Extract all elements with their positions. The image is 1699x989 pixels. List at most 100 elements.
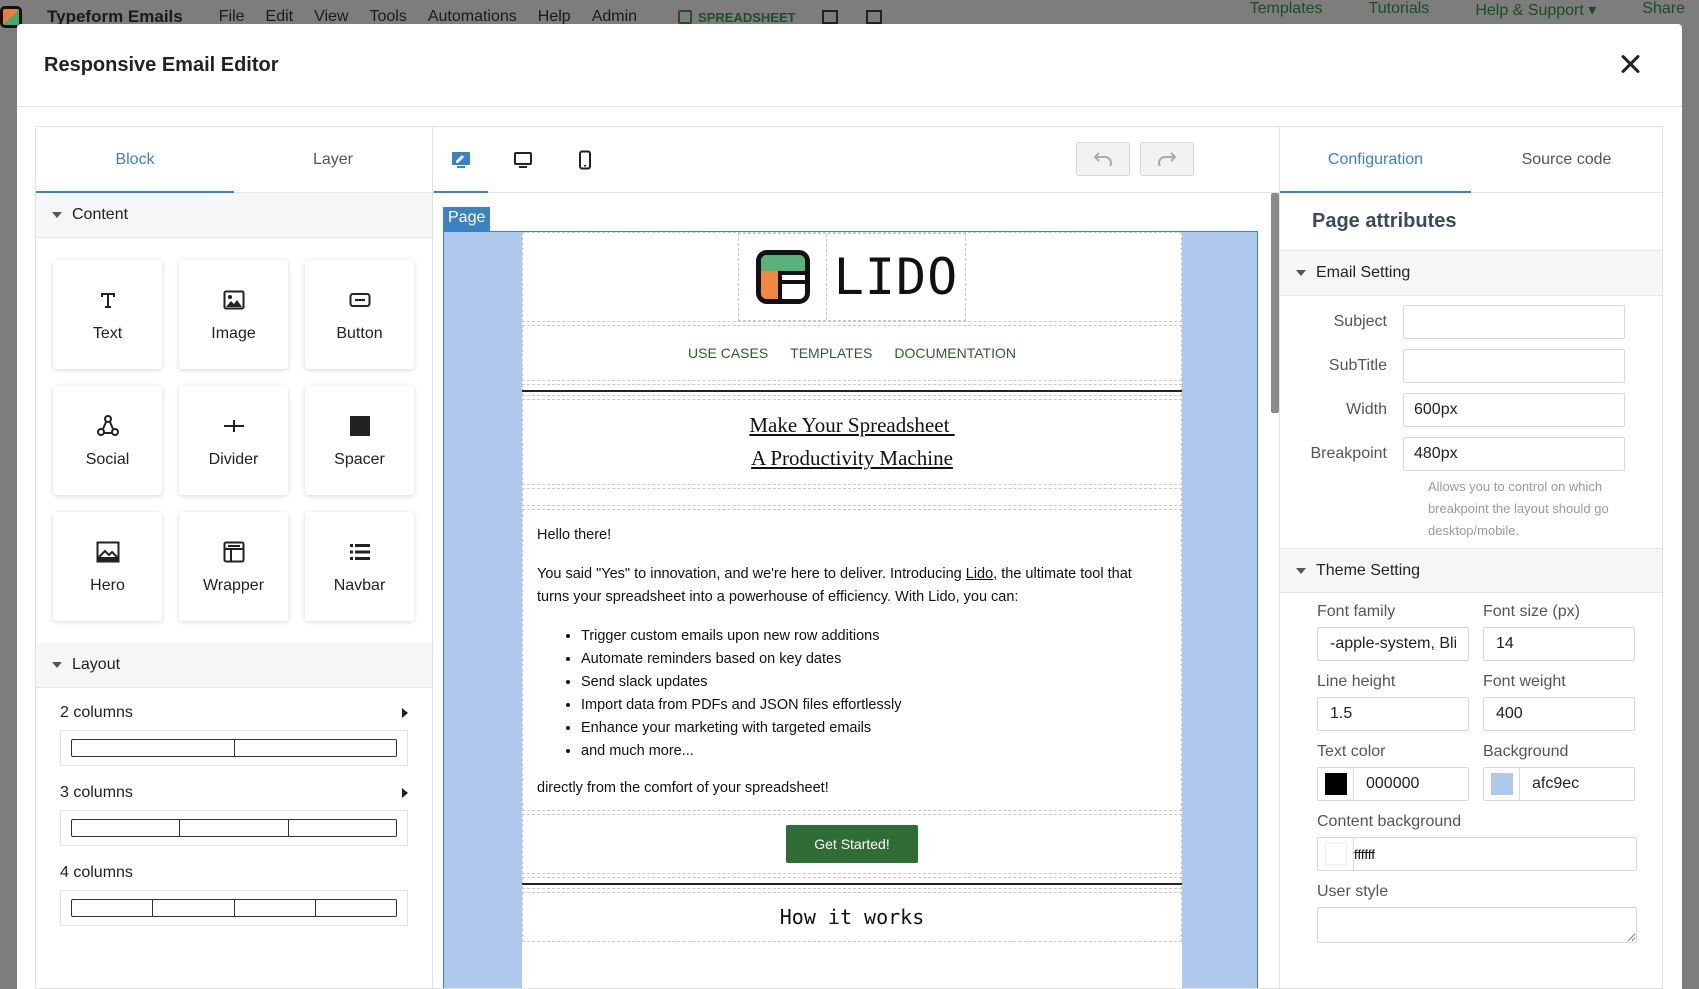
layout-preview[interactable] (60, 810, 408, 846)
block-hero[interactable]: Hero (53, 512, 162, 621)
theme-setting-header[interactable]: Theme Setting (1280, 548, 1662, 593)
list-item: Enhance your marketing with targeted ema… (581, 717, 1167, 740)
block-text[interactable]: Text (53, 260, 162, 369)
layout-2-columns[interactable]: 2 columns (60, 704, 408, 766)
nav-link-use-cases[interactable]: USE CASES (688, 345, 768, 361)
font-weight-input[interactable] (1483, 697, 1635, 731)
breakpoint-input[interactable] (1403, 437, 1625, 471)
layout-label: 3 columns (60, 784, 133, 801)
social-icon (95, 413, 121, 439)
body-text-section[interactable]: Hello there! You said "Yes" to innovatio… (522, 509, 1182, 811)
spacer-section[interactable] (522, 488, 1182, 506)
block-wrapper[interactable]: Wrapper (179, 512, 288, 621)
undo-button[interactable] (1076, 142, 1130, 176)
expand-caret-icon[interactable] (402, 708, 408, 718)
layout-preview[interactable] (60, 890, 408, 926)
lido-link[interactable]: Lido (966, 566, 993, 582)
text-color-field: Text color (1317, 743, 1470, 801)
user-style-label: User style (1317, 883, 1389, 900)
left-tabs: Block Layer (36, 127, 432, 193)
line-height-field: Line height (1317, 673, 1470, 731)
dashboard-view-icon[interactable] (865, 10, 882, 24)
mobile-preview-icon[interactable] (570, 145, 600, 175)
subtitle-input[interactable] (1403, 349, 1625, 383)
background-color-swatch[interactable] (1484, 768, 1520, 800)
hero-icon (95, 539, 121, 565)
font-size-input[interactable] (1483, 627, 1635, 661)
content-background-swatch[interactable] (1318, 838, 1354, 870)
block-label: Social (85, 450, 130, 468)
theme-fields: Font family Font size (px) Line height F… (1280, 603, 1662, 813)
block-social[interactable]: Social (53, 386, 162, 495)
redo-button[interactable] (1140, 142, 1194, 176)
canvas-scrollbar[interactable] (1271, 193, 1279, 413)
layout-section-label: Layout (72, 656, 121, 673)
block-image[interactable]: Image (179, 260, 288, 369)
divider-section[interactable] (522, 384, 1182, 396)
tab-layer[interactable]: Layer (234, 127, 432, 192)
expand-caret-icon[interactable] (402, 788, 408, 798)
email-setting-header[interactable]: Email Setting (1280, 251, 1662, 296)
tab-configuration[interactable]: Configuration (1280, 127, 1471, 193)
background-color-picker (1483, 767, 1635, 801)
divider-section[interactable] (522, 877, 1182, 889)
collapse-caret-icon (1296, 567, 1306, 574)
background-color-input[interactable] (1520, 768, 1630, 800)
canvas-toolbar (433, 127, 1279, 193)
logo-section[interactable]: LIDO (522, 232, 1182, 322)
tab-source-code[interactable]: Source code (1471, 127, 1662, 192)
right-tabs: Configuration Source code (1280, 127, 1662, 193)
content-background-input[interactable] (1354, 838, 1634, 870)
close-icon[interactable] (1618, 52, 1642, 76)
block-divider[interactable]: Divider (179, 386, 288, 495)
list-item: and much more... (581, 740, 1167, 763)
block-label: Hero (90, 576, 125, 594)
heading-section[interactable]: Make Your Spreadsheet A Productivity Mac… (522, 399, 1182, 485)
navbar-section[interactable]: USE CASES TEMPLATES DOCUMENTATION (522, 325, 1182, 381)
block-label: Wrapper (202, 576, 265, 594)
nav-link-templates[interactable]: TEMPLATES (790, 345, 872, 361)
layout-section-header[interactable]: Layout (36, 643, 432, 688)
font-family-input[interactable] (1317, 627, 1469, 661)
attributes-panel: Configuration Source code Page attribute… (1280, 127, 1662, 988)
list-item: Trigger custom emails upon new row addit… (581, 625, 1167, 648)
email-setting-label: Email Setting (1316, 264, 1411, 281)
spreadsheet-icon (678, 9, 693, 24)
block-label: Button (336, 324, 383, 342)
block-navbar[interactable]: Navbar (305, 512, 414, 621)
block-button[interactable]: Button (305, 260, 414, 369)
logo-group[interactable]: LIDO (738, 233, 966, 321)
text-color-input[interactable] (1354, 768, 1464, 800)
lido-logo-image[interactable] (739, 234, 827, 320)
layout-label: 2 columns (60, 704, 133, 721)
line-height-input[interactable] (1317, 697, 1469, 731)
text-icon (95, 287, 121, 313)
cta-section[interactable]: Get Started! (522, 814, 1182, 874)
spreadsheet-view-button[interactable]: SPREADSHEET (678, 9, 796, 25)
layout-3-columns[interactable]: 3 columns (60, 784, 408, 846)
get-started-button[interactable]: Get Started! (786, 825, 918, 863)
font-family-label: Font family (1317, 603, 1396, 620)
logo-text[interactable]: LIDO (827, 234, 965, 320)
form-view-icon[interactable] (821, 10, 838, 24)
edit-mode-icon[interactable] (434, 145, 488, 193)
user-style-textarea[interactable] (1317, 907, 1637, 943)
block-label: Navbar (333, 576, 386, 594)
width-input[interactable] (1403, 393, 1625, 427)
background-field: Background (1483, 743, 1636, 801)
desktop-preview-icon[interactable] (508, 145, 538, 175)
email-canvas: Page LIDO USE CASES TEMPLATES DOCUMENTAT… (443, 207, 1258, 988)
tab-block[interactable]: Block (36, 127, 234, 193)
page-element[interactable]: LIDO USE CASES TEMPLATES DOCUMENTATION M… (443, 231, 1258, 988)
nav-link-documentation[interactable]: DOCUMENTATION (894, 345, 1016, 361)
block-label: Spacer (334, 450, 385, 468)
subject-input[interactable] (1403, 305, 1625, 339)
subject-label: Subject (1333, 313, 1387, 330)
text-color-swatch[interactable] (1318, 768, 1354, 800)
content-section-header[interactable]: Content (36, 193, 432, 238)
block-spacer[interactable]: Spacer (305, 386, 414, 495)
layout-4-columns[interactable]: 4 columns (60, 864, 408, 926)
how-it-works-section[interactable]: How it works (522, 892, 1182, 942)
wrapper-icon (221, 539, 247, 565)
layout-preview[interactable] (60, 730, 408, 766)
